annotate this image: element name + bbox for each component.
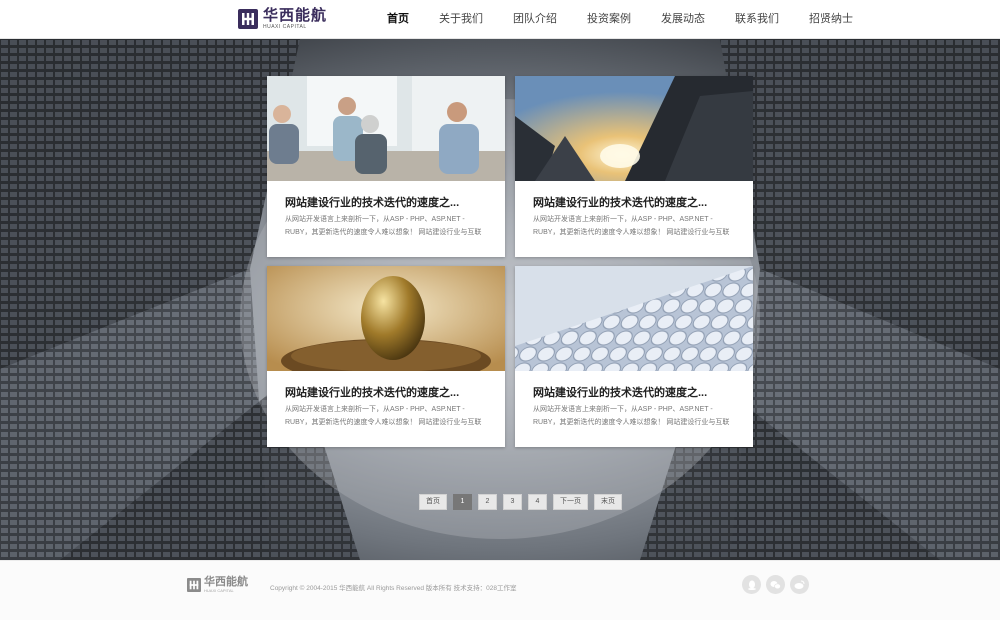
pager-next-button[interactable]: 下一页	[553, 494, 588, 510]
wechat-icon[interactable]	[766, 575, 785, 594]
card-title[interactable]: 网站建设行业的技术迭代的速度之...	[533, 384, 707, 400]
card-description: 从网站开发语言上来剖析一下，从ASP - PHP、ASP.NET - RUBY，…	[285, 406, 482, 426]
nav-item-team[interactable]: 团队介绍	[498, 0, 572, 38]
golden-egg-nest-photo[interactable]	[267, 266, 505, 371]
news-card[interactable]: 网站建设行业的技术迭代的速度之... 从网站开发语言上来剖析一下，从ASP - …	[515, 266, 753, 447]
nav-item-contact[interactable]: 联系我们	[720, 0, 794, 38]
nav-item-about[interactable]: 关于我们	[424, 0, 498, 38]
card-description: 从网站开发语言上来剖析一下，从ASP - PHP、ASP.NET - RUBY，…	[285, 216, 482, 236]
skyscraper-sunlight-photo[interactable]	[515, 76, 753, 181]
footer-brand-cn: 华西能航	[204, 576, 248, 588]
water-cube-facade-photo[interactable]	[515, 266, 753, 371]
site-header: 华西能航 HUAXI CAPITAL 首页 关于我们 团队介绍 投资案例 发展动…	[0, 0, 1000, 39]
pager-last-button[interactable]: 末页	[594, 494, 622, 510]
brand-name-en: HUAXI CAPITAL	[263, 24, 307, 30]
pager-page-1[interactable]: 1	[453, 494, 472, 510]
card-description: 从网站开发语言上来剖析一下，从ASP - PHP、ASP.NET - RUBY，…	[533, 216, 730, 236]
news-card[interactable]: 网站建设行业的技术迭代的速度之... 从网站开发语言上来剖析一下，从ASP - …	[267, 266, 505, 447]
pager-page-3[interactable]: 3	[503, 494, 522, 510]
brand-name-cn: 华西能航	[263, 7, 328, 24]
footer-logo-mark-icon	[187, 578, 201, 592]
pager-page-2[interactable]: 2	[478, 494, 497, 510]
copyright-text: Copyright © 2004-2015 华西能航 All Rights Re…	[270, 585, 517, 592]
weibo-icon[interactable]	[790, 575, 809, 594]
site-logo[interactable]: 华西能航 HUAXI CAPITAL	[238, 7, 327, 31]
footer-logo[interactable]: 华西能航 HUAXI CAPITAL	[187, 577, 248, 593]
card-title[interactable]: 网站建设行业的技术迭代的速度之...	[285, 384, 459, 400]
card-title[interactable]: 网站建设行业的技术迭代的速度之...	[285, 194, 459, 210]
news-card[interactable]: 网站建设行业的技术迭代的速度之... 从网站开发语言上来剖析一下，从ASP - …	[267, 76, 505, 257]
nav-item-news[interactable]: 发展动态	[646, 0, 720, 38]
card-title[interactable]: 网站建设行业的技术迭代的速度之...	[533, 194, 707, 210]
main-nav: 首页 关于我们 团队介绍 投资案例 发展动态 联系我们 招贤纳士	[372, 0, 868, 38]
logo-mark-icon	[238, 9, 258, 29]
nav-item-jobs[interactable]: 招贤纳士	[794, 0, 868, 38]
card-description: 从网站开发语言上来剖析一下，从ASP - PHP、ASP.NET - RUBY，…	[533, 406, 730, 426]
site-footer: 华西能航 HUAXI CAPITAL Copyright © 2004-2015…	[0, 560, 1000, 620]
footer-brand-en: HUAXI CAPITAL	[204, 588, 234, 593]
nav-item-cases[interactable]: 投资案例	[572, 0, 646, 38]
pager-page-4[interactable]: 4	[528, 494, 547, 510]
meeting-photo[interactable]	[267, 76, 505, 181]
news-card[interactable]: 网站建设行业的技术迭代的速度之... 从网站开发语言上来剖析一下，从ASP - …	[515, 76, 753, 257]
social-links	[742, 575, 814, 594]
nav-item-home[interactable]: 首页	[372, 0, 424, 38]
pager-first-button[interactable]: 首页	[419, 494, 447, 510]
qq-icon[interactable]	[742, 575, 761, 594]
hero-section: 网站建设行业的技术迭代的速度之... 从网站开发语言上来剖析一下，从ASP - …	[0, 39, 1000, 560]
pagination: 首页 1 2 3 4 下一页 末页	[419, 494, 628, 510]
